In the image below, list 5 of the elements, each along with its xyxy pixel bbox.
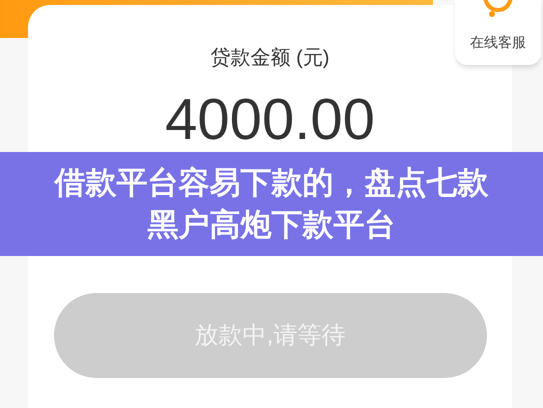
banner-title: 借款平台容易下款的，盘点七款黑户高炮下款平台 [52, 164, 490, 244]
loan-amount: 4000.00 [165, 87, 375, 153]
customer-service-label: 在线客服 [470, 33, 526, 52]
customer-service-panel[interactable]: 在线客服 [455, 0, 541, 65]
loan-amount-label: 贷款金额 (元) [210, 46, 330, 71]
